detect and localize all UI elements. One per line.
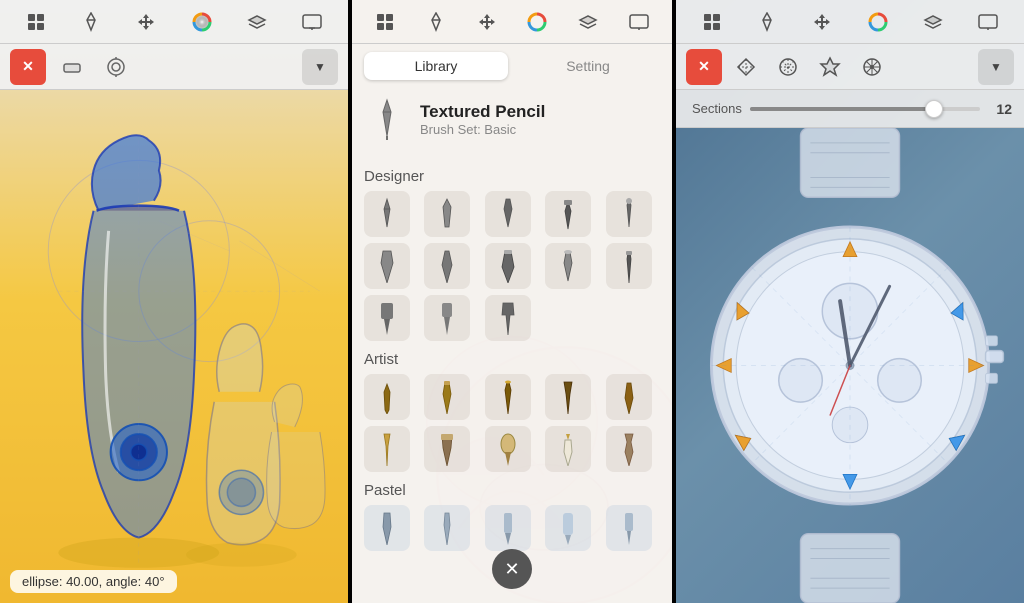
- brush-item[interactable]: [364, 426, 410, 472]
- brush-item[interactable]: [424, 426, 470, 472]
- brush-item[interactable]: [424, 243, 470, 289]
- status-text: ellipse: 40.00, angle: 40°: [22, 574, 165, 589]
- middle-panel: Library Setting Textured Pencil Brush Se…: [352, 0, 672, 603]
- left-top-toolbar: [0, 0, 348, 44]
- layers-icon[interactable]: [241, 6, 273, 38]
- tab-library[interactable]: Library: [364, 52, 508, 80]
- color-wheel-icon-right[interactable]: [862, 6, 894, 38]
- brush-item[interactable]: [606, 374, 652, 420]
- brush-item[interactable]: [424, 295, 470, 341]
- brush-item[interactable]: [485, 374, 531, 420]
- color-wheel-icon[interactable]: [186, 6, 218, 38]
- left-canvas-sketch: [0, 90, 348, 603]
- sections-slider-thumb[interactable]: [925, 100, 943, 118]
- right-close-button[interactable]: ✕: [686, 49, 722, 85]
- brush-panel: Library Setting Textured Pencil Brush Se…: [352, 44, 672, 603]
- sections-slider-fill: [750, 107, 934, 111]
- brush-item[interactable]: [364, 505, 410, 551]
- artist-brush-grid: [364, 374, 660, 472]
- sections-value: 12: [996, 101, 1012, 117]
- sections-slider-container: [742, 107, 989, 111]
- brush-item[interactable]: [485, 191, 531, 237]
- symmetry-icon-2[interactable]: [770, 49, 806, 85]
- right-secondary-toolbar: ✕: [676, 44, 1024, 90]
- brush-item[interactable]: [545, 505, 591, 551]
- transform-button[interactable]: [98, 49, 134, 85]
- brush-item[interactable]: [424, 374, 470, 420]
- brush-item[interactable]: [545, 243, 591, 289]
- brush-item[interactable]: [545, 426, 591, 472]
- eraser-button[interactable]: [54, 49, 90, 85]
- close-button[interactable]: ✕: [10, 49, 46, 85]
- symmetry-icon-4[interactable]: [854, 49, 890, 85]
- brush-item[interactable]: [364, 374, 410, 420]
- move-icon-right[interactable]: [806, 6, 838, 38]
- brush-item[interactable]: [606, 505, 652, 551]
- brush-item[interactable]: [424, 191, 470, 237]
- brush-item[interactable]: [364, 295, 410, 341]
- brush-item[interactable]: [485, 243, 531, 289]
- close-circle-button[interactable]: ✕: [492, 549, 532, 589]
- left-panel: ✕ ▼: [0, 0, 348, 603]
- left-secondary-toolbar: ✕ ▼: [0, 44, 348, 90]
- color-wheel-icon-mid[interactable]: [521, 6, 553, 38]
- watch-sketch: [676, 128, 1024, 603]
- pastel-brush-grid: [364, 505, 660, 551]
- brush-item[interactable]: [606, 243, 652, 289]
- grid-icon-right[interactable]: [696, 6, 728, 38]
- category-designer: Designer: [364, 168, 660, 185]
- layers-icon-right[interactable]: [917, 6, 949, 38]
- grid-icon[interactable]: [20, 6, 52, 38]
- category-artist: Artist: [364, 351, 660, 368]
- screen-icon[interactable]: [296, 6, 328, 38]
- middle-top-toolbar: [352, 0, 672, 44]
- brush-set: Brush Set: Basic: [420, 122, 545, 137]
- brush-name: Textured Pencil: [420, 102, 545, 122]
- brush-item[interactable]: [545, 374, 591, 420]
- brush-item[interactable]: [364, 191, 410, 237]
- move-icon-mid[interactable]: [471, 6, 503, 38]
- pen-icon-right[interactable]: [751, 6, 783, 38]
- brush-info-text: Textured Pencil Brush Set: Basic: [420, 102, 545, 137]
- right-panel: ✕: [676, 0, 1024, 603]
- sections-label: Sections: [692, 101, 742, 116]
- sections-slider[interactable]: [750, 107, 981, 111]
- brush-item[interactable]: [485, 505, 531, 551]
- brush-list: Designer: [352, 150, 672, 603]
- sections-toolbar: Sections 12: [676, 90, 1024, 128]
- symmetry-icon-1[interactable]: [728, 49, 764, 85]
- dropdown-button[interactable]: ▼: [302, 49, 338, 85]
- pen-icon[interactable]: [75, 6, 107, 38]
- brush-item[interactable]: [606, 191, 652, 237]
- brush-item[interactable]: [485, 426, 531, 472]
- brush-tabs: Library Setting: [352, 44, 672, 88]
- grid-icon-mid[interactable]: [369, 6, 401, 38]
- category-pastel: Pastel: [364, 482, 660, 499]
- brush-item[interactable]: [364, 243, 410, 289]
- brush-preview: [366, 98, 408, 140]
- designer-brush-grid: [364, 191, 660, 341]
- brush-item[interactable]: [424, 505, 470, 551]
- layers-icon-mid[interactable]: [572, 6, 604, 38]
- tab-setting[interactable]: Setting: [516, 52, 660, 80]
- selected-brush-info: Textured Pencil Brush Set: Basic: [352, 88, 672, 150]
- brush-item[interactable]: [485, 295, 531, 341]
- brush-item[interactable]: [606, 426, 652, 472]
- status-bar: ellipse: 40.00, angle: 40°: [10, 570, 177, 593]
- move-icon[interactable]: [130, 6, 162, 38]
- right-dropdown-button[interactable]: ▼: [978, 49, 1014, 85]
- right-top-toolbar: [676, 0, 1024, 44]
- symmetry-icon-3[interactable]: [812, 49, 848, 85]
- screen-icon-right[interactable]: [972, 6, 1004, 38]
- screen-icon-mid[interactable]: [623, 6, 655, 38]
- pen-icon-mid[interactable]: [420, 6, 452, 38]
- brush-item[interactable]: [545, 191, 591, 237]
